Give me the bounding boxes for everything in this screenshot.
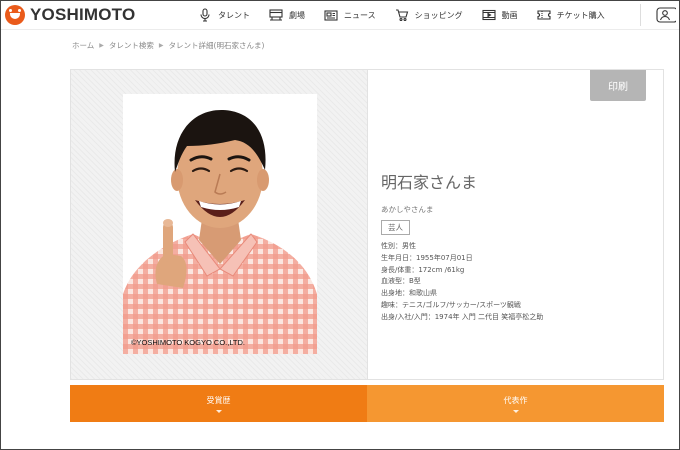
detail-debut: 出身/入社/入門：1974年 入門 二代目 笑福亭松之助	[381, 312, 544, 321]
category-tag[interactable]: 芸人	[381, 220, 410, 235]
nav-label: チケット購入	[556, 10, 605, 20]
nav-item-video[interactable]: 動画	[482, 0, 518, 30]
chevron-down-icon	[215, 409, 222, 413]
nav-label: タレント	[218, 10, 250, 20]
logo[interactable]: YOSHIMOTO	[5, 5, 135, 25]
main-nav: タレント 劇場 ニュース ショッピング 動画 チケット購入	[198, 0, 624, 30]
profile-tabs: 受賞歴 代表作	[70, 385, 664, 422]
detail-birthplace: 出身地：和歌山県	[381, 289, 437, 298]
mic-icon	[200, 8, 210, 22]
nav-item-theater[interactable]: 劇場	[269, 0, 305, 30]
detail-height-weight: 身長/体重：172cm /61kg	[381, 265, 465, 274]
tab-label: 受賞歴	[206, 395, 231, 405]
user-icon[interactable]	[656, 7, 676, 23]
photo-copyright: ©YOSHIMOTO KOGYO CO.,LTD.	[131, 338, 246, 347]
newspaper-icon	[324, 10, 338, 21]
nav-item-shopping[interactable]: ショッピング	[395, 0, 463, 30]
chevron-right-icon: ▶	[158, 42, 164, 49]
tab-label: 代表作	[503, 395, 528, 405]
tab-representative-works[interactable]: 代表作	[367, 385, 664, 422]
logo-smile-icon	[5, 5, 25, 25]
person-illustration	[123, 94, 317, 354]
breadcrumb: ホーム ▶ タレント検索 ▶ タレント詳細(明石家さんま)	[72, 40, 264, 51]
ticket-icon	[537, 10, 551, 20]
tab-awards[interactable]: 受賞歴	[70, 385, 367, 422]
detail-birthdate: 生年月日：1955年07月01日	[381, 253, 473, 262]
print-button[interactable]: 印刷	[590, 70, 646, 101]
theater-icon	[269, 9, 283, 21]
photo-panel: ©YOSHIMOTO KOGYO CO.,LTD.	[71, 70, 368, 379]
cart-icon	[395, 9, 408, 22]
detail-gender: 性別：男性	[381, 242, 416, 250]
nav-item-news[interactable]: ニュース	[324, 0, 376, 30]
talent-name-reading: あかしやさんま	[381, 205, 434, 214]
breadcrumb-home[interactable]: ホーム	[72, 40, 94, 51]
nav-label: 動画	[501, 10, 518, 20]
nav-label: ショッピング	[414, 10, 463, 20]
nav-divider	[640, 4, 641, 26]
talent-name: 明石家さんま	[381, 173, 478, 192]
profile-details: 性別：男性 生年月日：1955年07月01日 身長/体重：172cm /61kg…	[381, 241, 543, 324]
logo-text: YOSHIMOTO	[30, 5, 136, 24]
profile-photo: ©YOSHIMOTO KOGYO CO.,LTD.	[123, 94, 317, 354]
breadcrumb-talent-search[interactable]: タレント検索	[109, 40, 154, 51]
chevron-down-icon	[512, 409, 519, 413]
video-icon	[482, 9, 496, 21]
chevron-right-icon: ▶	[99, 42, 104, 49]
site-header: YOSHIMOTO タレント 劇場 ニュース ショッピング 動画 チケット購入	[0, 0, 680, 30]
nav-item-ticket[interactable]: チケット購入	[537, 0, 605, 30]
breadcrumb-current: タレント詳細(明石家さんま)	[168, 41, 265, 50]
nav-label: 劇場	[289, 10, 305, 20]
detail-blood-type: 血液型：B型	[381, 277, 421, 286]
nav-item-talent[interactable]: タレント	[198, 0, 250, 30]
nav-label: ニュース	[344, 10, 376, 20]
profile-card: ©YOSHIMOTO KOGYO CO.,LTD. 印刷 明石家さんま あかしや…	[70, 69, 664, 380]
detail-hobbies: 趣味：テニス/ゴルフ/サッカー/スポーツ観戦	[381, 300, 521, 309]
